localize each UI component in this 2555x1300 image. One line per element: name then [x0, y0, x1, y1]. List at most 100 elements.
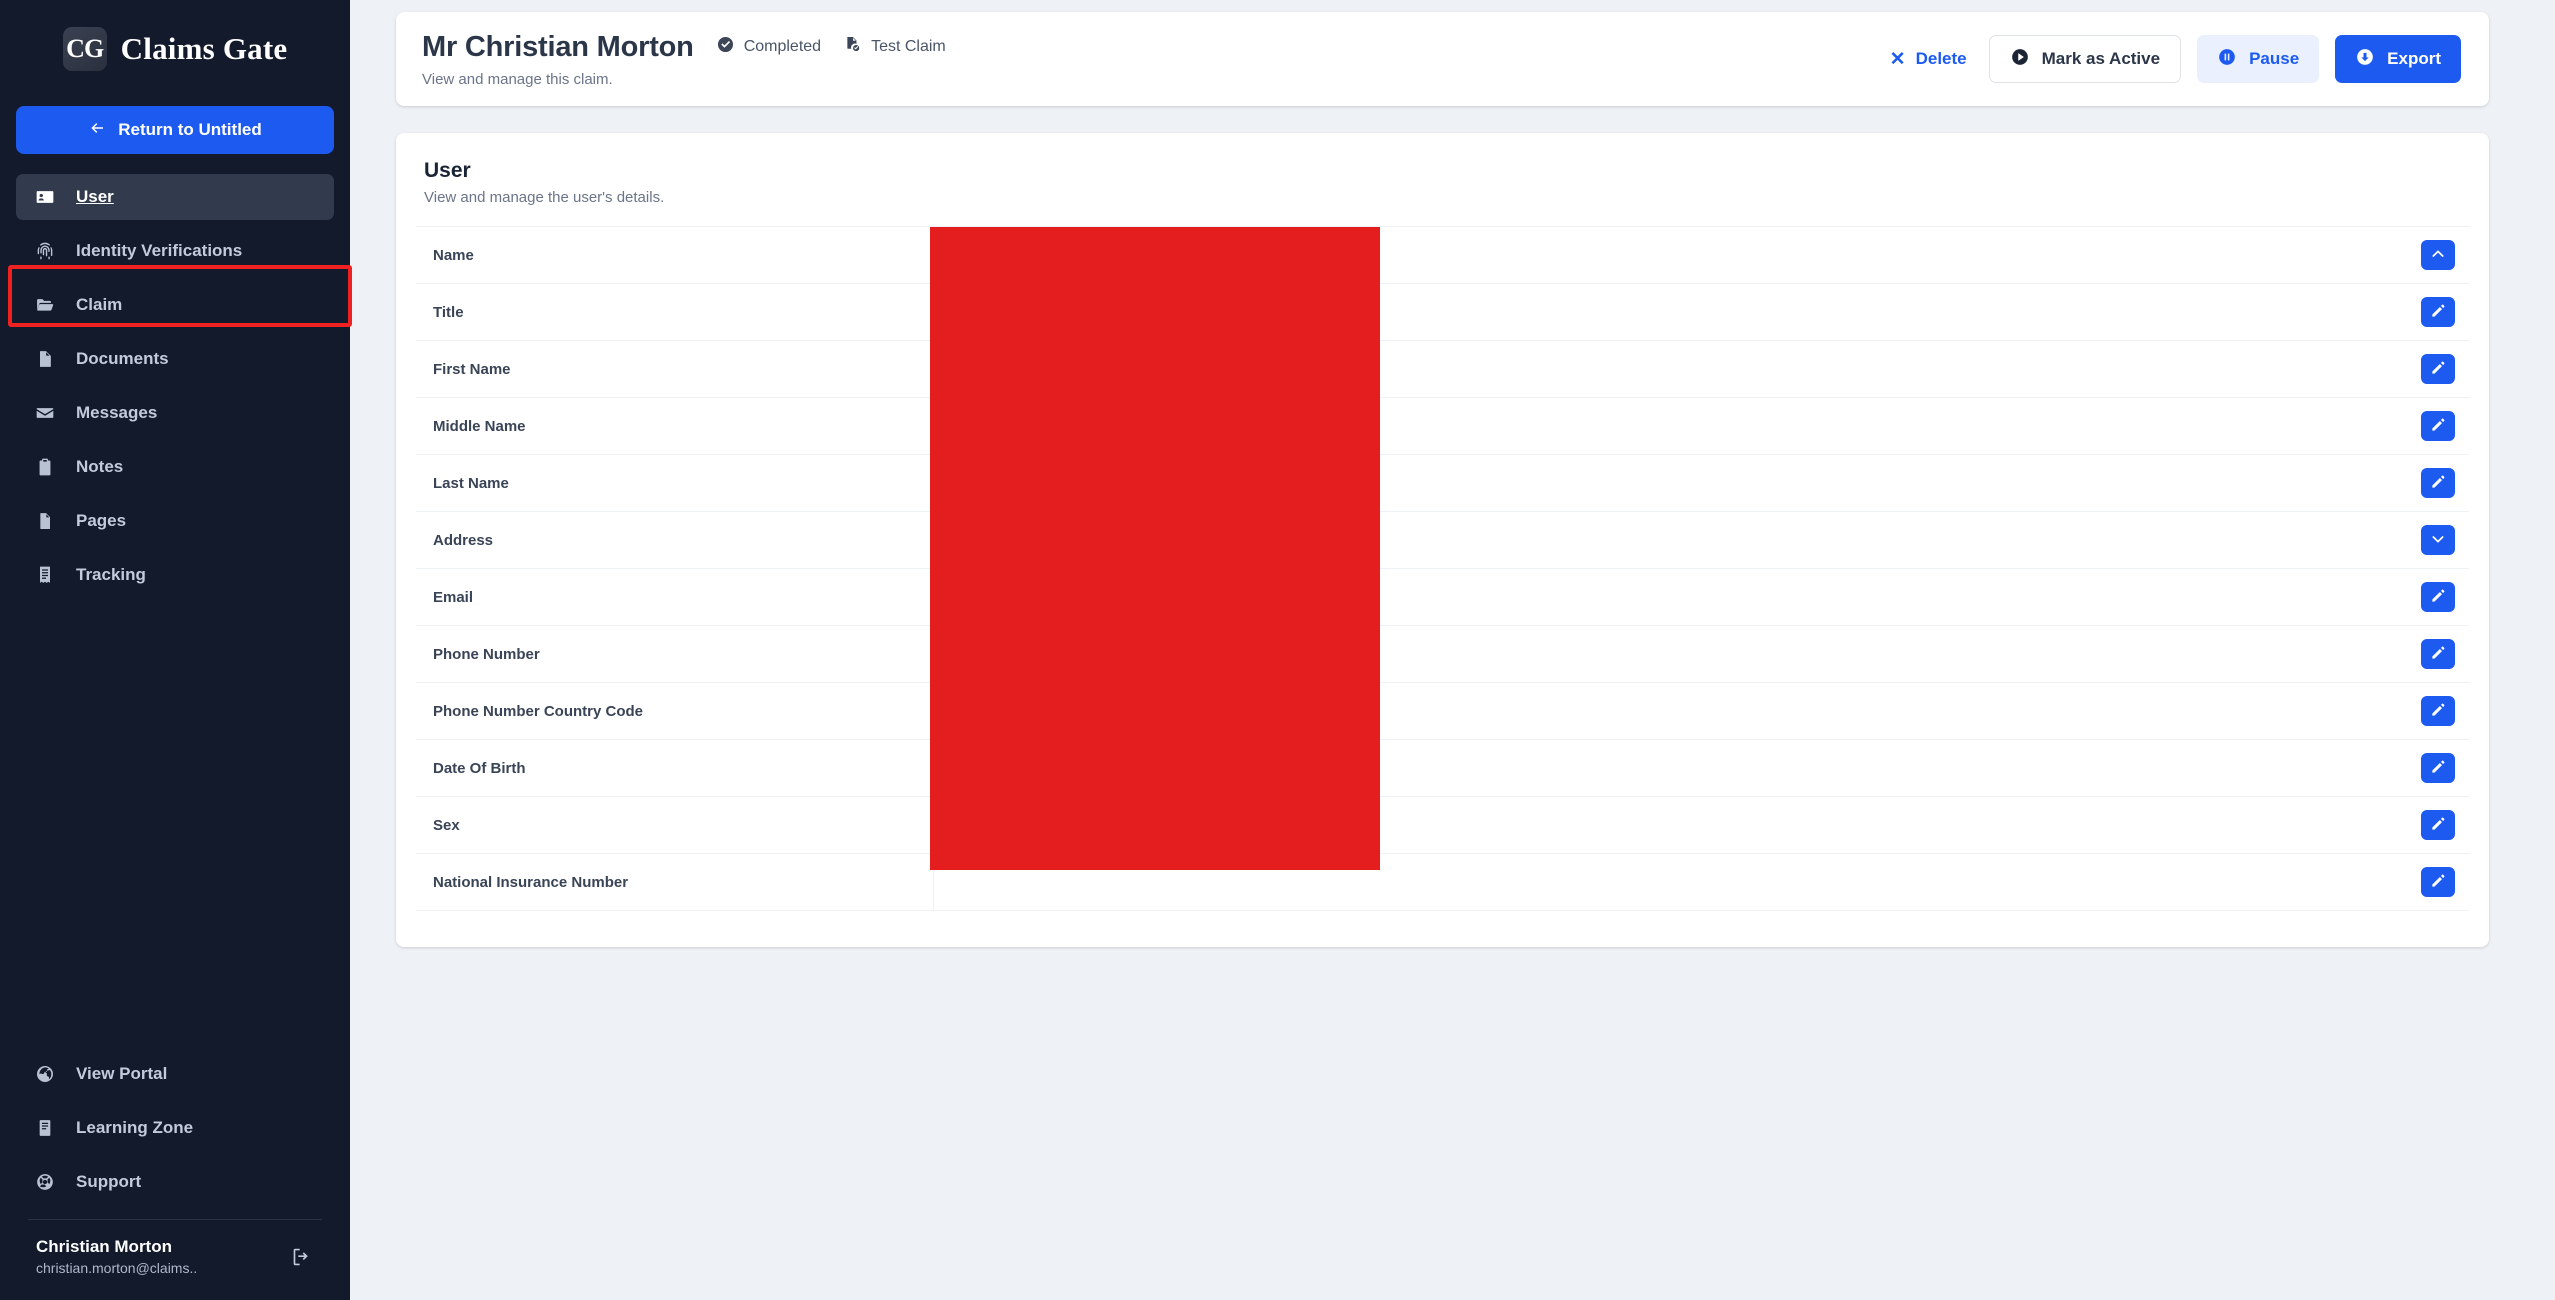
page-subtitle: View and manage this claim. — [422, 70, 613, 88]
edit-date-of-birth-button[interactable] — [2421, 753, 2455, 783]
edit-phone-country-code-button[interactable] — [2421, 696, 2455, 726]
sidebar-item-tracking-label: Tracking — [76, 565, 146, 584]
table-row: Last Name — [416, 454, 2469, 512]
edit-middle-name-button[interactable] — [2421, 411, 2455, 441]
brand: CG Claims Gate — [0, 0, 350, 92]
account-name: Christian Morton — [36, 1237, 172, 1256]
page-title: Mr Christian Morton — [422, 30, 694, 63]
pencil-icon — [2430, 303, 2446, 322]
edit-first-name-button[interactable] — [2421, 354, 2455, 384]
fingerprint-icon — [34, 240, 56, 262]
mark-as-active-button[interactable]: Mark as Active — [1988, 35, 2182, 83]
sidebar-item-notes[interactable]: Notes — [16, 444, 334, 490]
table-row: Email — [416, 568, 2469, 626]
field-label: National Insurance Number — [416, 853, 934, 911]
pause-button[interactable]: Pause — [2197, 35, 2320, 83]
status-badge-completed-label: Completed — [743, 38, 822, 55]
play-circle-icon — [2010, 47, 2030, 72]
document-text-icon — [34, 348, 56, 370]
field-value — [933, 683, 2361, 740]
table-row: National Insurance Number — [416, 853, 2469, 911]
logout-icon[interactable] — [288, 1244, 314, 1270]
sidebar-item-pages[interactable]: Pages — [16, 498, 334, 544]
claims-gate-logo-icon: CG — [62, 27, 107, 71]
field-label: Address — [416, 511, 934, 569]
table-row: Phone Number Country Code — [416, 682, 2469, 740]
folder-open-icon — [34, 294, 56, 316]
table-row: Date Of Birth — [416, 739, 2469, 797]
user-panel-title: User — [424, 159, 471, 182]
field-action — [2361, 797, 2469, 854]
edit-sex-button[interactable] — [2421, 810, 2455, 840]
return-to-untitled-button[interactable]: Return to Untitled — [16, 106, 334, 154]
sidebar-item-learning-zone-label: Learning Zone — [76, 1118, 194, 1137]
pause-button-label: Pause — [2249, 49, 2300, 68]
main-content: Mr Christian Morton Completed Test Claim — [350, 0, 2555, 1300]
edit-phone-number-button[interactable] — [2421, 639, 2455, 669]
export-button[interactable]: Export — [2335, 35, 2461, 83]
header-actions: ✕ Delete Mark as Active Pause Export — [1884, 35, 2461, 83]
field-value — [933, 512, 2361, 569]
sidebar-item-identity-verifications[interactable]: Identity Verifications — [16, 228, 334, 274]
field-value — [933, 626, 2361, 683]
edit-title-button[interactable] — [2421, 297, 2455, 327]
delete-button-label: Delete — [1915, 49, 1967, 68]
check-circle-icon — [716, 35, 735, 59]
user-panel-card: User View and manage the user's details.… — [396, 133, 2489, 947]
sidebar-item-user-label: User — [76, 187, 114, 206]
claim-header-card: Mr Christian Morton Completed Test Claim — [396, 12, 2489, 106]
field-label: Title — [416, 283, 934, 341]
pencil-icon — [2430, 816, 2446, 835]
collapse-name-button[interactable] — [2421, 240, 2455, 270]
edit-national-insurance-number-button[interactable] — [2421, 867, 2455, 897]
mark-as-active-label: Mark as Active — [2041, 49, 2161, 68]
sidebar-item-messages[interactable]: Messages — [16, 390, 334, 436]
id-card-icon — [34, 186, 56, 208]
close-x-icon: ✕ — [1889, 48, 1906, 70]
table-row: Name — [416, 226, 2469, 284]
status-badge-test-claim-label: Test Claim — [871, 38, 946, 55]
sidebar-item-identity-verifications-label: Identity Verifications — [76, 241, 243, 260]
chevron-down-icon — [2430, 531, 2446, 550]
app-root: CG Claims Gate Return to Untitled User I… — [0, 0, 2555, 1300]
field-label: Last Name — [416, 454, 934, 512]
brand-name: Claims Gate — [120, 31, 288, 66]
user-panel-subtitle: View and manage the user's details. — [424, 189, 665, 206]
sidebar-item-learning-zone[interactable]: Learning Zone — [16, 1105, 334, 1151]
document-check-icon — [843, 35, 862, 59]
field-action — [2361, 854, 2469, 911]
primary-nav: User Identity Verifications Claim Docume… — [0, 174, 350, 606]
sidebar-item-claim-label: Claim — [76, 295, 123, 314]
field-action — [2361, 284, 2469, 341]
user-panel-head: User View and manage the user's details. — [396, 133, 2489, 226]
field-label: Phone Number — [416, 625, 934, 683]
field-action — [2361, 341, 2469, 398]
sidebar-item-user[interactable]: User — [16, 174, 334, 220]
sidebar-item-tracking[interactable]: Tracking — [16, 552, 334, 598]
sidebar-item-support[interactable]: Support — [16, 1159, 334, 1205]
envelope-icon — [34, 402, 56, 424]
arrow-left-icon — [88, 119, 106, 142]
edit-last-name-button[interactable] — [2421, 468, 2455, 498]
chevron-up-icon — [2430, 246, 2446, 265]
pencil-icon — [2430, 702, 2446, 721]
sidebar-item-documents[interactable]: Documents — [16, 336, 334, 382]
edit-email-button[interactable] — [2421, 582, 2455, 612]
table-row: Title — [416, 283, 2469, 341]
download-circle-icon — [2355, 47, 2375, 72]
delete-button[interactable]: ✕ Delete — [1884, 35, 1973, 83]
secondary-nav: View Portal Learning Zone Support Christ… — [0, 1051, 350, 1300]
field-value — [933, 854, 2361, 911]
expand-address-button[interactable] — [2421, 525, 2455, 555]
sidebar-item-claim[interactable]: Claim — [16, 282, 334, 328]
sidebar-item-notes-label: Notes — [76, 457, 124, 476]
table-row: Middle Name — [416, 397, 2469, 455]
user-fields-body: Name Title First Name Middle Name Last N… — [416, 226, 2469, 911]
pencil-icon — [2430, 360, 2446, 379]
sidebar-item-documents-label: Documents — [76, 349, 169, 368]
sidebar-item-view-portal[interactable]: View Portal — [16, 1051, 334, 1097]
book-icon — [34, 1117, 56, 1139]
title-row: Mr Christian Morton Completed Test Claim — [422, 31, 946, 64]
field-label: Middle Name — [416, 397, 934, 455]
pencil-icon — [2430, 588, 2446, 607]
